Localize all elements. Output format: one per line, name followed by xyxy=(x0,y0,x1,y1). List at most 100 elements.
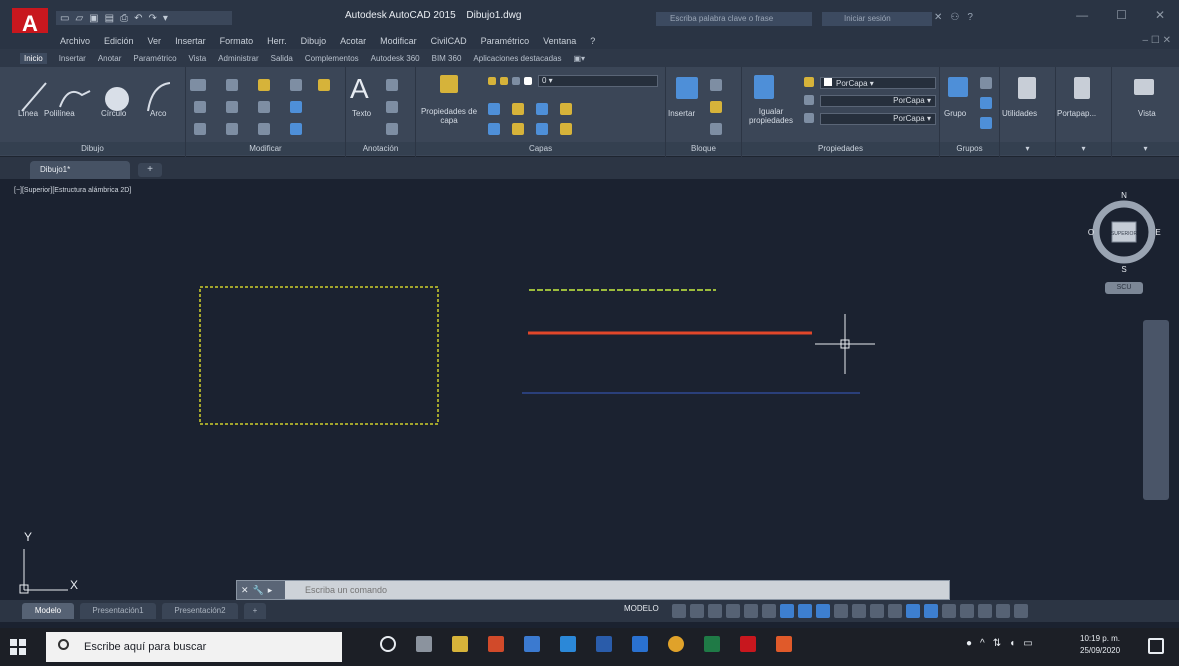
menu-item[interactable]: ? xyxy=(590,36,595,46)
tab-salida[interactable]: Salida xyxy=(271,54,293,63)
snap-icon[interactable] xyxy=(690,604,704,618)
print-icon[interactable]: ⎙ xyxy=(120,13,128,24)
help-icon[interactable]: ? xyxy=(967,12,973,23)
network-icon[interactable]: ⇅ xyxy=(993,638,1001,649)
layer-dropdown[interactable]: 0 ▾ xyxy=(538,75,658,87)
keyboard-icon[interactable]: ▭ xyxy=(1023,638,1032,649)
mirror-icon[interactable] xyxy=(226,101,238,113)
panel-title-block[interactable]: Bloque xyxy=(666,142,741,155)
wcs-menu-button[interactable]: SCU xyxy=(1105,282,1143,294)
annotation-visibility-icon[interactable] xyxy=(870,604,884,618)
ribbon-options-icon[interactable]: ▣▾ xyxy=(573,54,585,63)
tab-insertar[interactable]: Insertar xyxy=(59,54,86,63)
object-track-icon[interactable] xyxy=(762,604,776,618)
clean-screen-icon[interactable] xyxy=(996,604,1010,618)
notification-icon[interactable] xyxy=(1148,638,1164,654)
erase-icon[interactable] xyxy=(318,79,330,91)
menu-item[interactable]: Insertar xyxy=(175,36,206,46)
powerpoint-icon[interactable] xyxy=(488,636,504,652)
selection-cycling-icon[interactable] xyxy=(834,604,848,618)
match-properties-icon[interactable] xyxy=(754,75,774,99)
clipboard-icon[interactable] xyxy=(1074,77,1090,99)
leader-icon[interactable] xyxy=(386,101,398,113)
group-select-icon[interactable] xyxy=(980,117,992,129)
lineweight-dropdown[interactable]: PorCapa ▾ xyxy=(820,95,936,107)
menu-item[interactable]: Herr. xyxy=(267,36,287,46)
fillet-icon[interactable] xyxy=(258,101,270,113)
recent-cmd-icon[interactable]: ▸ xyxy=(268,585,273,596)
group-icon[interactable] xyxy=(948,77,968,97)
tab-parametrico[interactable]: Paramétrico xyxy=(133,54,176,63)
close-icon[interactable]: ✕ xyxy=(1155,8,1165,22)
quick-properties-icon[interactable] xyxy=(942,604,956,618)
explode-icon[interactable] xyxy=(290,101,302,113)
customize-status-icon[interactable] xyxy=(1014,604,1028,618)
open-file-icon[interactable]: ▱ xyxy=(75,13,83,24)
edit-attributes-icon[interactable] xyxy=(710,123,722,135)
annotation-monitor-icon[interactable] xyxy=(906,604,920,618)
annotation-scale-icon[interactable] xyxy=(852,604,866,618)
chrome-icon[interactable] xyxy=(668,636,684,652)
app-icon[interactable] xyxy=(524,636,540,652)
tab-autodesk-360[interactable]: Autodesk 360 xyxy=(371,54,420,63)
tray-up-icon[interactable]: ^ xyxy=(980,638,985,649)
text-tool-label[interactable]: Texto xyxy=(352,109,371,118)
stretch-icon[interactable] xyxy=(194,123,206,135)
autocad-taskbar-icon[interactable] xyxy=(740,636,756,652)
drawing-area[interactable]: [−][Superior][Estructura alámbrica 2D] Y… xyxy=(0,179,1179,600)
new-file-icon[interactable]: ▭ xyxy=(60,13,69,24)
command-input[interactable] xyxy=(289,581,939,599)
menu-item[interactable]: Acotar xyxy=(340,36,366,46)
new-tab-button[interactable]: + xyxy=(138,163,162,177)
file-explorer-icon[interactable] xyxy=(452,636,468,652)
layer-isolate-icon[interactable] xyxy=(488,103,500,115)
polyline-tool-label[interactable]: Polilínea xyxy=(44,109,75,118)
taskbar-search[interactable]: Escribe aquí para buscar xyxy=(46,632,342,662)
isodraft-icon[interactable] xyxy=(744,604,758,618)
undo-icon[interactable]: ↶ xyxy=(134,13,142,24)
layer-thaw-icon[interactable] xyxy=(512,123,524,135)
tab-modelo[interactable]: Modelo xyxy=(22,603,74,619)
layer-unisolate-icon[interactable] xyxy=(488,123,500,135)
extend-icon[interactable] xyxy=(290,79,302,91)
insert-block-icon[interactable] xyxy=(676,77,698,99)
menu-item[interactable]: Ver xyxy=(148,36,162,46)
array-icon[interactable] xyxy=(258,123,270,135)
menu-item[interactable]: Edición xyxy=(104,36,134,46)
trim-icon[interactable] xyxy=(258,79,270,91)
menu-item[interactable]: Archivo xyxy=(60,36,90,46)
table-icon[interactable] xyxy=(386,123,398,135)
group-edit-icon[interactable] xyxy=(980,97,992,109)
drawn-rectangle[interactable] xyxy=(199,286,439,425)
tab-presentacion2[interactable]: Presentación2 xyxy=(162,603,238,619)
tab-presentacion1[interactable]: Presentación1 xyxy=(80,603,156,619)
layer-merge-icon[interactable] xyxy=(560,123,572,135)
panel-title-utilities[interactable]: ▾ xyxy=(1000,142,1055,155)
menu-item[interactable]: Dibujo xyxy=(301,36,327,46)
units-icon[interactable] xyxy=(924,604,938,618)
close-cmd-icon[interactable]: ✕ xyxy=(241,585,249,596)
panel-title-modify[interactable]: Modificar xyxy=(186,142,345,155)
workspace-icon[interactable] xyxy=(888,604,902,618)
save-as-icon[interactable]: ▤ xyxy=(105,13,114,24)
cortana-icon[interactable] xyxy=(380,636,396,652)
windows-start-icon[interactable] xyxy=(10,639,26,655)
osnap-icon[interactable] xyxy=(780,604,794,618)
layer-on-icon[interactable] xyxy=(488,77,496,85)
menu-item[interactable]: Formato xyxy=(220,36,254,46)
insert-tool-label[interactable]: Insertar xyxy=(668,109,695,118)
view-icon[interactable] xyxy=(1134,79,1154,95)
connect-icon[interactable]: ⚇ xyxy=(950,12,959,23)
layer-color-icon[interactable] xyxy=(524,77,532,85)
layer-freeze-icon[interactable] xyxy=(500,77,508,85)
taskbar-clock[interactable]: 10:19 p. m. 25/09/2020 xyxy=(1080,633,1120,657)
edge-icon[interactable] xyxy=(560,636,576,652)
scale-icon[interactable] xyxy=(226,123,238,135)
navigation-bar[interactable] xyxy=(1143,320,1169,500)
transparency-icon[interactable] xyxy=(816,604,830,618)
utilities-label[interactable]: Utilidades xyxy=(1002,109,1037,118)
create-block-icon[interactable] xyxy=(710,79,722,91)
menu-item[interactable]: CivilCAD xyxy=(431,36,467,46)
app2-icon[interactable] xyxy=(776,636,792,652)
layer-walk-icon[interactable] xyxy=(536,123,548,135)
